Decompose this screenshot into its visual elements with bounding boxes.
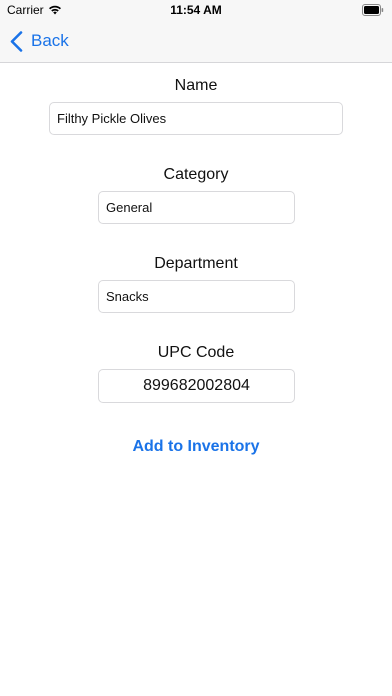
department-label: Department xyxy=(154,255,238,272)
upc-code-label: UPC Code xyxy=(157,344,235,361)
navigation-bar: Back xyxy=(0,20,392,63)
status-time: 11:54 AM xyxy=(170,3,222,17)
add-to-inventory-button[interactable]: Add to Inventory xyxy=(0,438,392,456)
name-field[interactable]: Filthy Pickle Olives xyxy=(49,102,343,135)
status-bar: Carrier 11:54 AM xyxy=(0,0,392,20)
category-field[interactable]: General xyxy=(98,191,295,224)
category-label: Category xyxy=(163,166,229,183)
back-button[interactable]: Back xyxy=(10,27,69,55)
name-label: Name xyxy=(174,77,218,94)
department-field[interactable]: Snacks xyxy=(98,280,295,313)
chevron-left-icon xyxy=(10,30,23,52)
upc-code-field[interactable]: 899682002804 xyxy=(98,369,295,403)
back-label: Back xyxy=(31,31,69,50)
battery-icon xyxy=(362,4,384,16)
